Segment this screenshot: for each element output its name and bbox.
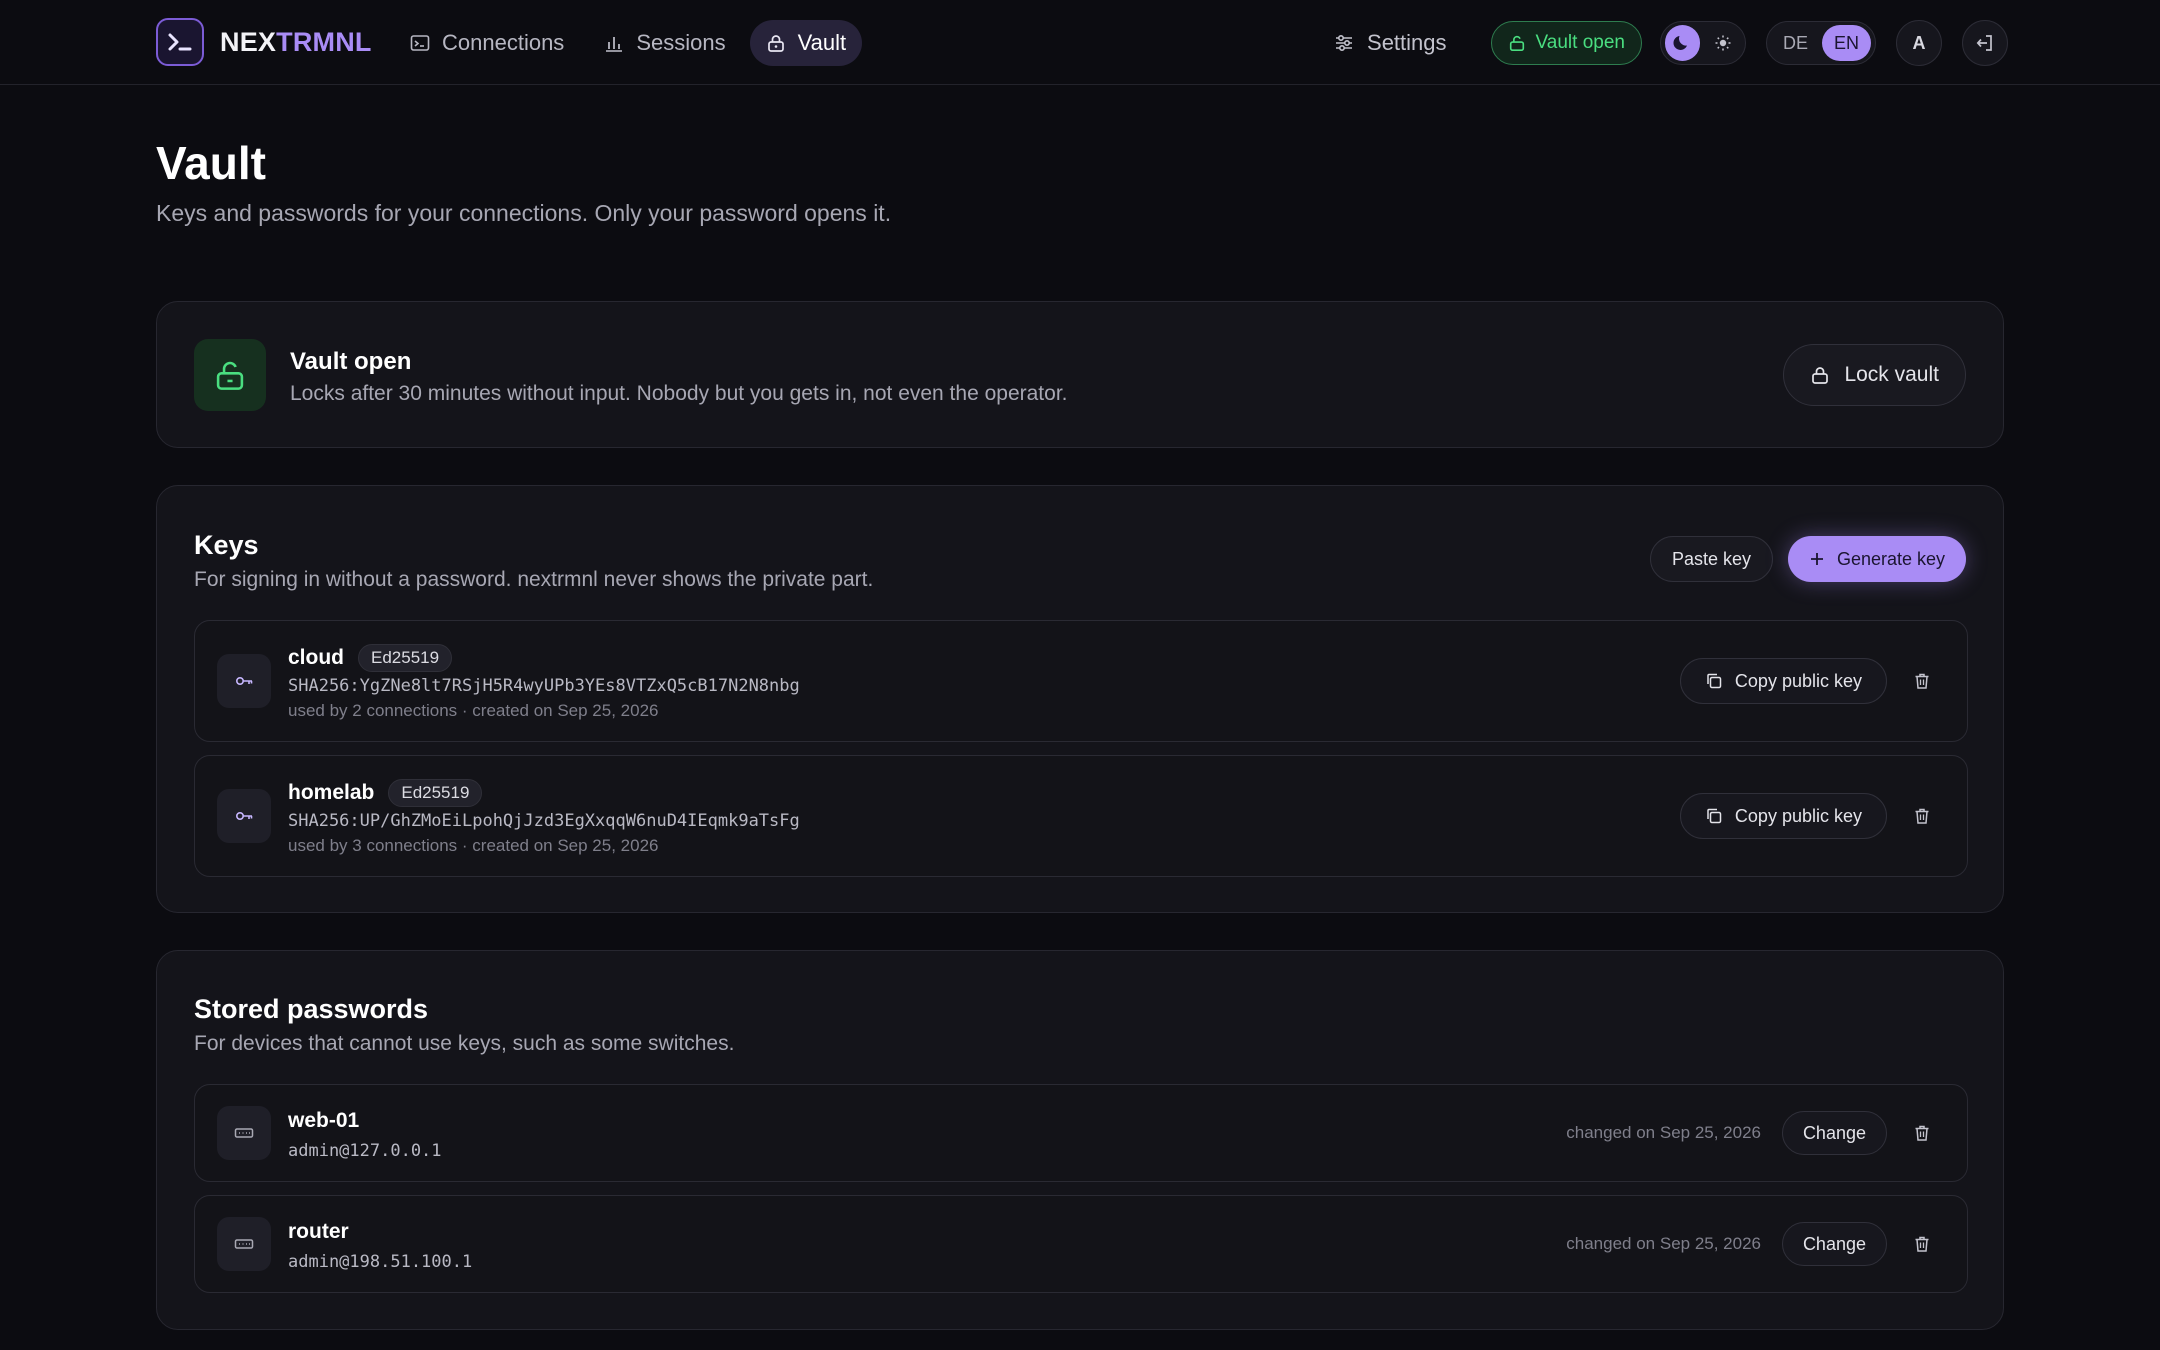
password-name: web-01 [288, 1109, 360, 1132]
key-row: homelab Ed25519 SHA256:UP/GhZMoEiLpohQjJ… [194, 755, 1968, 877]
trash-icon [1915, 1125, 1929, 1141]
password-changed-date: changed on Sep 25, 2026 [1566, 1234, 1761, 1253]
settings-button[interactable]: Settings [1333, 30, 1447, 56]
light-mode-option[interactable] [1706, 25, 1741, 61]
key-name: homelab [288, 781, 375, 804]
generate-key-label: Generate key [1836, 548, 1945, 569]
page-title: Vault [156, 137, 266, 189]
delete-password-button[interactable] [1911, 1233, 1933, 1255]
key-meta: used by 2 connections · created on Sep 2… [288, 701, 659, 720]
theme-toggle[interactable] [1659, 21, 1746, 65]
password-user: admin@198.51.100.1 [288, 1252, 473, 1272]
key-name-group: cloud Ed25519 [288, 644, 453, 672]
copy-public-key-button[interactable]: Copy public key [1679, 793, 1887, 839]
page-subtitle: Keys and passwords for your connections.… [156, 200, 892, 226]
logout-icon [1976, 35, 1992, 51]
terminal-icon [410, 35, 430, 51]
keys-section: Keys For signing in without a password. … [156, 485, 2004, 913]
key-name-group: homelab Ed25519 [288, 779, 483, 807]
delete-key-button[interactable] [1911, 805, 1933, 827]
bar-chart-icon [606, 37, 623, 52]
dark-mode-option[interactable] [1664, 25, 1700, 61]
key-icon [217, 654, 271, 708]
sun-icon [1715, 35, 1731, 51]
lock-vault-button[interactable]: Lock vault [1783, 344, 1966, 406]
unlock-icon [1509, 35, 1524, 52]
key-algo-badge: Ed25519 [388, 779, 483, 807]
brand[interactable]: NEXTRMNL [156, 18, 372, 66]
lock-icon [1812, 367, 1829, 384]
key-fingerprint: SHA256:UP/GhZMoEiLpohQjJzd3EgXxqqW6nuD4I… [288, 811, 800, 831]
copy-public-key-label: Copy public key [1734, 805, 1862, 826]
nav-vault[interactable]: Vault [749, 20, 863, 66]
delete-password-button[interactable] [1911, 1122, 1933, 1144]
key-meta: used by 3 connections · created on Sep 2… [288, 836, 659, 855]
avatar[interactable]: A [1896, 20, 1942, 66]
copy-public-key-label: Copy public key [1734, 670, 1862, 691]
nav-sessions[interactable]: Sessions [588, 20, 741, 66]
copy-icon [1707, 808, 1722, 824]
nav-vault-label: Vault [797, 30, 847, 55]
change-password-button[interactable]: Change [1781, 1111, 1887, 1155]
password-row: web-01 admin@127.0.0.1 changed on Sep 25… [194, 1084, 1968, 1182]
copy-icon [1707, 673, 1722, 689]
password-user: admin@127.0.0.1 [288, 1141, 442, 1161]
top-bar: NEXTRMNL Connections Sessions Vault Sett… [0, 0, 2160, 85]
copy-public-key-button[interactable]: Copy public key [1679, 658, 1887, 704]
lock-vault-label: Lock vault [1844, 363, 1939, 386]
logout-button[interactable] [1962, 20, 2008, 66]
nav-sessions-label: Sessions [636, 30, 726, 55]
brand-name: NEXTRMNL [220, 26, 372, 57]
sliders-icon [1336, 34, 1353, 52]
language-option-en[interactable]: EN [1821, 25, 1871, 61]
lock-icon [767, 35, 784, 52]
main-nav: Connections Sessions Vault [394, 20, 863, 66]
password-row: router admin@198.51.100.1 changed on Sep… [194, 1195, 1968, 1293]
change-password-button[interactable]: Change [1781, 1222, 1887, 1266]
passwords-title: Stored passwords [194, 994, 429, 1024]
keys-title: Keys [194, 530, 259, 560]
header-tools: Settings Vault open DE EN A [1333, 20, 2008, 66]
passwords-subtitle: For devices that cannot use keys, such a… [194, 1032, 735, 1055]
nav-connections-label: Connections [442, 30, 565, 55]
status-title: Vault open [290, 348, 412, 375]
plus-icon [1810, 553, 1823, 565]
keys-subtitle: For signing in without a password. nextr… [194, 568, 874, 591]
nav-connections[interactable]: Connections [394, 20, 580, 66]
password-icon [217, 1217, 271, 1271]
status-description: Locks after 30 minutes without input. No… [290, 382, 1068, 405]
language-option-de[interactable]: DE [1771, 25, 1820, 61]
vault-status-label: Vault open [1535, 32, 1625, 53]
generate-key-button[interactable]: Generate key [1787, 536, 1966, 582]
key-row: cloud Ed25519 SHA256:YgZNe8lt7RSjH5R4wyU… [194, 620, 1968, 742]
moon-icon [1673, 36, 1688, 50]
stored-passwords-section: Stored passwords For devices that cannot… [156, 950, 2004, 1330]
settings-label: Settings [1367, 30, 1447, 55]
trash-icon [1915, 673, 1929, 689]
key-name: cloud [288, 646, 344, 669]
key-icon [217, 789, 271, 843]
vault-status-card: Vault open Locks after 30 minutes withou… [156, 301, 2004, 448]
password-icon [217, 1106, 271, 1160]
password-name: router [288, 1220, 349, 1243]
key-algo-badge: Ed25519 [358, 644, 453, 672]
delete-key-button[interactable] [1911, 670, 1933, 692]
key-fingerprint: SHA256:YgZNe8lt7RSjH5R4wyUPb3YEs8VTZxQ5c… [288, 676, 800, 696]
trash-icon [1915, 1236, 1929, 1252]
language-toggle[interactable]: DE EN [1765, 21, 1876, 65]
vault-status-badge[interactable]: Vault open [1490, 21, 1642, 65]
password-changed-date: changed on Sep 25, 2026 [1566, 1123, 1761, 1142]
trash-icon [1915, 808, 1929, 824]
paste-key-button[interactable]: Paste key [1649, 536, 1773, 582]
unlock-icon [194, 339, 266, 411]
brand-logo-icon [156, 18, 204, 66]
